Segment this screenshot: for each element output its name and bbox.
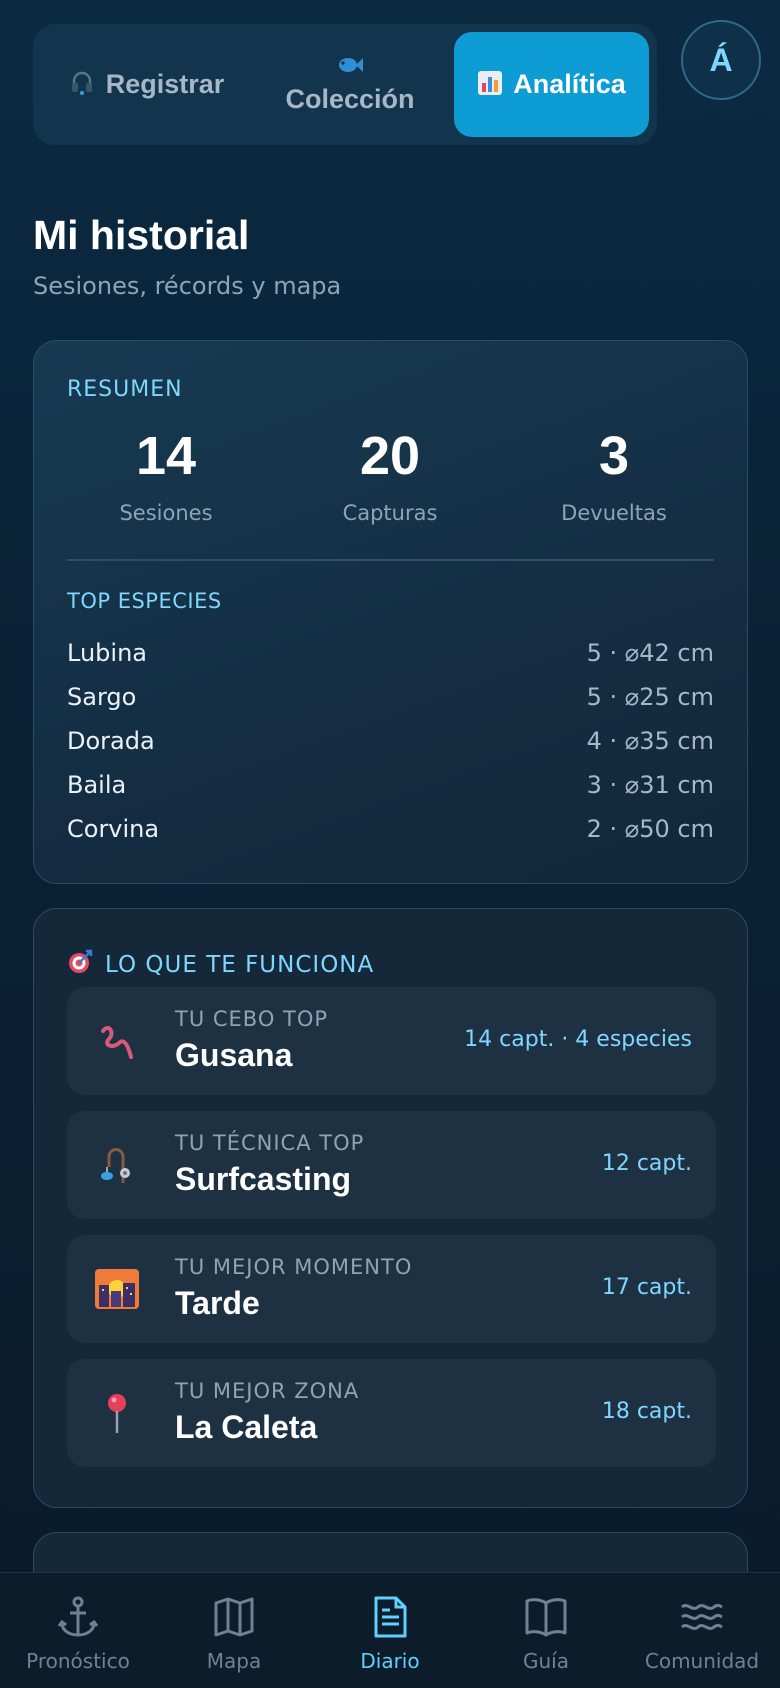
list-item: Sargo 5 · ⌀25 cm [67,675,714,719]
summary-label: RESUMEN [67,377,183,402]
item-caption: TU MEJOR MOMENTO [175,1255,413,1279]
species-name: Baila [67,771,127,799]
bottom-nav: Pronóstico Mapa Diario Guía Comunidad [0,1572,780,1688]
item-value: Gusana [175,1037,293,1073]
item-value: Surfcasting [175,1161,352,1197]
stat-devueltas: 3 Devueltas [504,429,724,525]
nav-mapa[interactable]: Mapa [156,1573,312,1688]
list-item: Dorada 4 · ⌀35 cm [67,719,714,763]
view-segmented-control: Registrar Colección Analítica [33,24,657,145]
species-stat: 2 · ⌀50 cm [586,815,714,843]
stat-label: Devueltas [561,501,667,525]
species-stat: 5 · ⌀25 cm [586,683,714,711]
list-item: TU CEBO TOP Gusana 14 capt. · 4 especies [67,987,716,1095]
item-stat: 18 capt. [601,1399,692,1424]
species-name: Dorada [67,727,155,755]
list-item: Baila 3 · ⌀31 cm [67,763,714,807]
nav-diario[interactable]: Diario [312,1573,468,1688]
item-stat: 17 capt. [601,1275,692,1300]
nav-label: Pronóstico [26,1649,130,1673]
headset-icon [70,70,94,100]
fishing-rod-icon [95,1143,139,1187]
nav-label: Diario [360,1649,420,1673]
pin-icon [95,1391,139,1435]
stat-capturas: 20 Capturas [280,429,500,525]
nav-comunidad[interactable]: Comunidad [624,1573,780,1688]
nav-label: Mapa [206,1649,262,1673]
item-caption: TU TÉCNICA TOP [175,1131,365,1155]
list-item: TU MEJOR MOMENTO Tarde 17 capt. [67,1235,716,1343]
fish-icon [336,54,364,80]
nav-guia[interactable]: Guía [468,1573,624,1688]
stat-value: 14 [135,426,197,486]
anchor-icon [57,1596,99,1637]
avatar-button[interactable]: Á [681,20,761,100]
stat-value: 3 [598,426,630,486]
nav-label: Comunidad [644,1649,760,1673]
tab-registrar-label: Registrar [105,69,225,99]
item-caption: TU CEBO TOP [175,1007,329,1031]
avatar-initial: Á [709,41,733,78]
item-stat: 12 capt. [601,1151,692,1176]
map-icon [214,1597,254,1637]
top-species-label: TOP ESPECIES [67,589,222,613]
sunset-icon [95,1267,139,1311]
item-caption: TU MEJOR ZONA [175,1379,360,1403]
species-stat: 4 · ⌀35 cm [586,727,714,755]
list-item: Lubina 5 · ⌀42 cm [67,631,714,675]
page-subtitle: Sesiones, récords y mapa [33,272,342,300]
species-name: Lubina [67,639,147,667]
book-icon [525,1598,567,1637]
document-icon [374,1596,407,1638]
nav-label: Guía [523,1649,569,1673]
tab-registrar[interactable]: Registrar [57,32,237,137]
list-item: Corvina 2 · ⌀50 cm [67,807,714,851]
species-name: Corvina [67,815,160,843]
stat-label: Capturas [342,501,438,525]
worm-icon [95,1019,139,1063]
species-stat: 5 · ⌀42 cm [586,639,714,667]
waves-icon [681,1603,723,1630]
tab-analitica[interactable]: Analítica [454,32,649,137]
stat-value: 20 [359,426,421,486]
tab-analitica-label: Analítica [513,69,626,99]
list-item: TU MEJOR ZONA La Caleta 18 capt. [67,1359,716,1467]
divider [67,559,714,561]
item-stat: 14 capt. · 4 especies [464,1027,692,1052]
species-stat: 3 · ⌀31 cm [586,771,714,799]
summary-stats: 14 Sesiones 20 Capturas 3 Devueltas [34,429,747,539]
species-name: Sargo [67,683,137,711]
bar-chart-icon [477,70,503,100]
nav-pronostico[interactable]: Pronóstico [0,1573,156,1688]
item-value: La Caleta [175,1409,318,1445]
target-icon [67,949,93,981]
stat-label: Sesiones [119,501,213,525]
stat-sesiones: 14 Sesiones [56,429,276,525]
tab-coleccion[interactable]: Colección [265,32,435,137]
what-works-card: LO QUE TE FUNCIONA TU CEBO TOP Gusana 14… [33,908,748,1508]
list-item: TU TÉCNICA TOP Surfcasting 12 capt. [67,1111,716,1219]
summary-card: RESUMEN 14 Sesiones 20 Capturas 3 Devuel… [33,340,748,884]
what-works-header: LO QUE TE FUNCIONA [67,949,374,981]
what-works-title: LO QUE TE FUNCIONA [105,952,375,978]
top-species-list: Lubina 5 · ⌀42 cm Sargo 5 · ⌀25 cm Dorada 4… [67,631,714,851]
item-value: Tarde [175,1285,260,1321]
tab-coleccion-label: Colección [285,84,415,114]
page-title: Mi historial [33,212,250,258]
